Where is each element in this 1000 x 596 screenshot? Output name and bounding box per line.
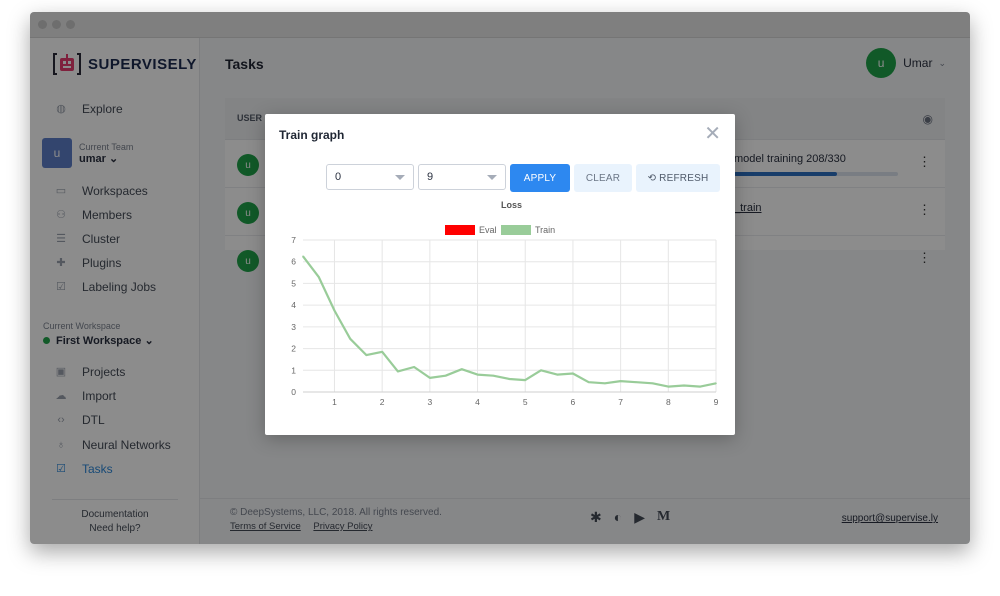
caret-down-icon [487,175,497,180]
x-tick-label: 7 [618,397,623,407]
to-epoch-value: 9 [427,171,434,183]
modal-title: Train graph [279,128,345,142]
y-tick-label: 0 [291,387,296,397]
loss-chart-svg: Loss Eval Train 0 1 2 3 4 5 6 7 1 2 3 4 5 6 7 8 9 [291,200,719,407]
x-tick-label: 4 [475,397,480,407]
x-tick-label: 9 [714,397,719,407]
close-icon[interactable]: ✕ [704,124,721,144]
legend-swatch-eval [445,225,475,235]
data-point-train [604,382,606,385]
data-point-train [667,385,670,388]
chart-title: Loss [501,200,522,210]
data-point-train [413,366,415,368]
y-tick-label: 2 [291,344,296,354]
y-tick-label: 5 [291,278,296,288]
y-tick-label: 7 [291,235,296,245]
data-point-train [461,368,463,370]
data-point-train [397,370,399,373]
data-point-train [317,276,320,278]
data-point-train [444,374,447,377]
legend-label-train: Train [535,225,555,235]
data-point-train [572,372,574,375]
data-point-train [349,338,352,340]
y-tick-label: 6 [291,257,296,267]
series-line-train [302,255,717,388]
x-tick-label: 2 [380,397,385,407]
data-point-train [619,380,622,382]
data-point-train [699,385,702,388]
data-point-train [524,379,527,381]
data-point-train [651,382,654,385]
legend-label-eval: Eval [479,225,497,235]
caret-down-icon [395,175,405,180]
data-point-train [556,373,558,376]
apply-button[interactable]: APPLY [510,164,570,192]
x-tick-label: 3 [427,397,432,407]
x-tick-label: 5 [523,397,528,407]
from-epoch-value: 0 [335,171,342,183]
data-point-train [429,377,431,379]
y-tick-label: 3 [291,322,296,332]
data-point-train [365,354,368,356]
legend-swatch-train [501,225,531,235]
data-point-train [381,351,383,353]
from-epoch-select[interactable]: 0 [326,164,414,190]
clear-button[interactable]: CLEAR [574,164,632,192]
data-point-train [635,381,638,384]
y-tick-label: 1 [291,365,296,375]
data-point-train [476,373,479,376]
data-point-train [683,384,685,387]
refresh-button[interactable]: ⟲ REFRESH [636,164,720,192]
x-tick-label: 8 [666,397,671,407]
data-point-train [540,369,542,372]
x-tick-label: 6 [571,397,576,407]
y-tick-label: 4 [291,300,296,310]
x-tick-label: 1 [332,397,337,407]
data-point-train [715,382,717,385]
data-point-train [587,381,590,384]
data-point-train [333,309,336,312]
loss-chart: Loss Eval Train 0 1 2 3 4 5 6 7 1 2 3 4 5 6 7 8 9 [265,196,735,431]
train-graph-modal: Train graph ✕ 0 9 APPLY CLEAR ⟲ REFRESH … [265,114,735,435]
data-point-train [302,255,304,258]
to-epoch-select[interactable]: 9 [418,164,506,190]
data-point-train [492,374,495,377]
data-point-train [508,378,511,380]
